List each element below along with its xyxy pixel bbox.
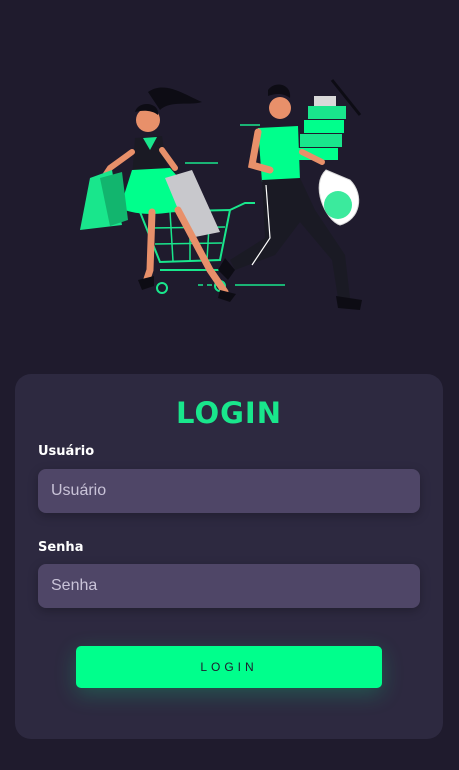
login-title: LOGIN <box>176 396 282 430</box>
login-button[interactable]: LOGIN <box>76 646 382 688</box>
password-label: Senha <box>38 540 84 555</box>
password-input[interactable] <box>38 564 420 608</box>
shopping-illustration <box>80 79 362 310</box>
username-input[interactable] <box>38 469 420 513</box>
login-card: LOGIN Usuário Senha LOGIN <box>15 374 443 739</box>
username-label: Usuário <box>38 444 95 459</box>
woman-figure <box>80 87 236 302</box>
man-figure <box>218 79 362 310</box>
login-page: LOGIN Usuário Senha LOGIN <box>0 0 459 770</box>
